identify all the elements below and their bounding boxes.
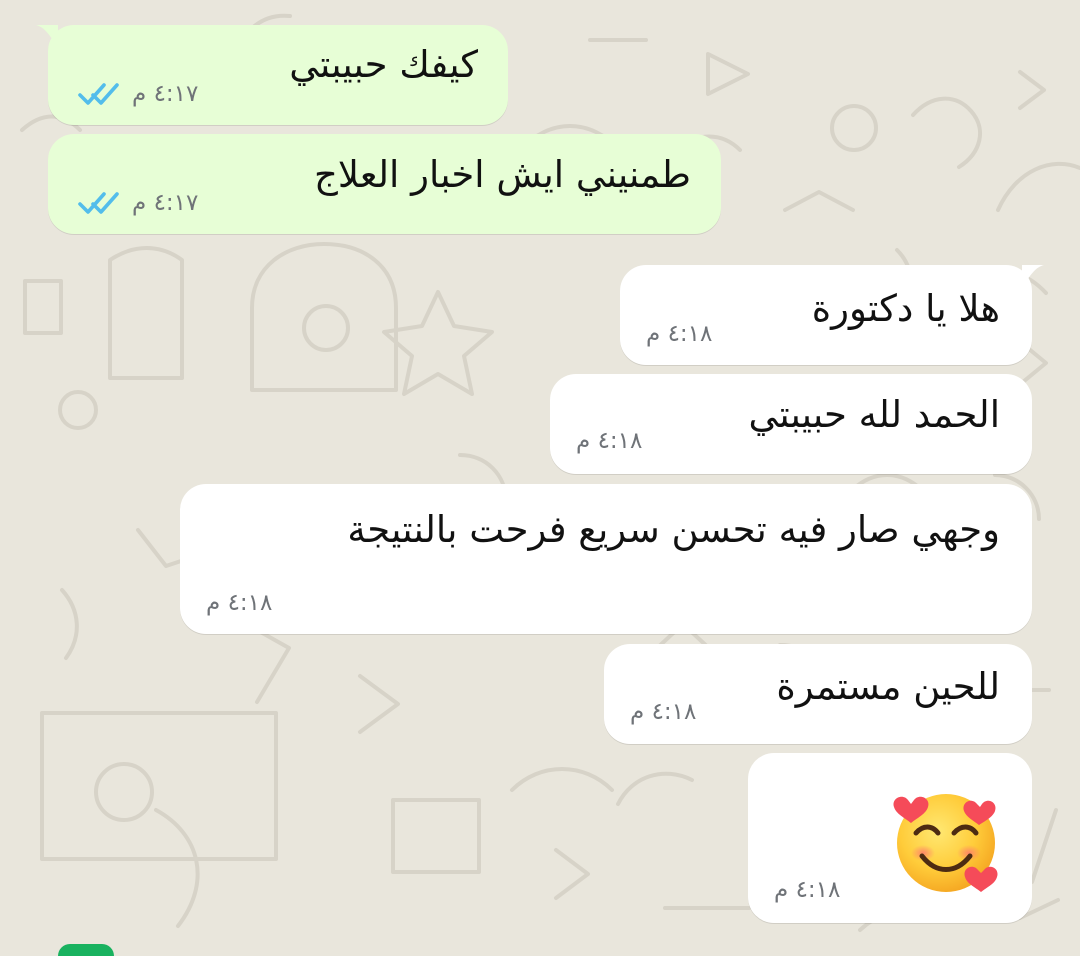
message-text: وجهي صار فيه تحسن سريع فرحت بالنتيجة [347,508,1000,551]
message-bubble-incoming[interactable]: الحمد لله حبيبتي ٤:١٨ م [550,374,1032,474]
message-bubble-outgoing[interactable]: كيفك حبيبتي ٤:١٧ م [36,25,508,125]
message-text: للحين مستمرة [776,665,1000,708]
message-meta: ٤:١٨ م [206,590,272,616]
message-meta: ٤:١٨ م [774,877,840,903]
message-time: ٤:١٨ م [646,321,713,347]
message-text: هلا يا دكتورة [811,287,1000,330]
message-text: طمنيني ايش اخبار العلاج [313,153,691,196]
message-meta: ٤:١٨ م [576,428,642,454]
message-bubble-incoming[interactable]: وجهي صار فيه تحسن سريع فرحت بالنتيجة ٤:١… [180,484,1032,634]
message-time: ٤:١٨ م [206,590,273,616]
message-time: ٤:١٨ م [774,877,841,903]
chat-thread[interactable]: كيفك حبيبتي ٤:١٧ م طمنيني ايش اخبار العل… [0,0,1080,952]
bubble-tail [36,25,58,47]
message-meta: ٤:١٧ م [76,81,198,107]
message-bubble-incoming[interactable]: هلا يا دكتورة ٤:١٨ م [620,265,1044,365]
message-time: ٤:١٧ م [132,190,199,216]
message-bubble-incoming[interactable]: للحين مستمرة ٤:١٨ م [604,644,1032,744]
double-check-icon [78,83,119,105]
message-bubble-outgoing[interactable]: طمنيني ايش اخبار العلاج ٤:١٧ م [48,134,721,234]
message-time: ٤:١٨ م [576,428,643,454]
bubble-tail [1022,265,1044,287]
message-bubble-incoming[interactable]: ٤:١٨ م [748,753,1032,923]
message-text: كيفك حبيبتي [289,43,478,86]
message-meta: ٤:١٨ م [646,321,712,347]
smiling-face-with-hearts-icon [893,794,998,892]
message-meta: ٤:١٧ م [76,190,198,216]
message-text: الحمد لله حبيبتي [748,393,1000,436]
double-check-icon [78,192,119,214]
message-meta: ٤:١٨ م [630,699,696,725]
floating-action-button-edge[interactable] [58,944,114,956]
message-time: ٤:١٨ م [630,699,697,725]
message-time: ٤:١٧ م [132,81,199,107]
